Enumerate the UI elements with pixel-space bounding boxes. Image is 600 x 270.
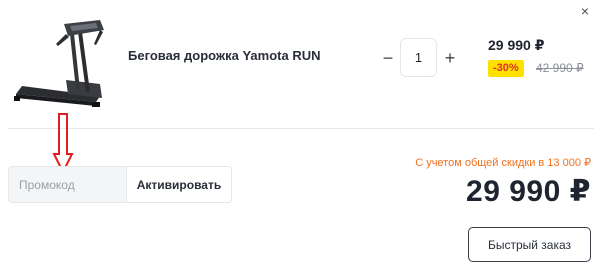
promo-code-input[interactable] — [9, 167, 126, 202]
old-price: 42 990 ₽ — [536, 61, 584, 75]
close-icon: × — [580, 3, 590, 19]
quantity-value[interactable]: 1 — [400, 38, 437, 77]
quantity-decrease-button[interactable]: − — [378, 47, 398, 69]
total-discount-note: С учетом общей скидки в 13 000 ₽ — [415, 157, 591, 169]
quantity-increase-button[interactable]: + — [440, 47, 460, 69]
product-image[interactable] — [8, 10, 108, 110]
item-price: 29 990 ₽ — [488, 37, 545, 53]
product-name[interactable]: Беговая дорожка Yamota RUN — [128, 48, 321, 63]
discount-badge: -30% — [488, 60, 524, 77]
quick-order-button[interactable]: Быстрый заказ — [468, 227, 591, 262]
treadmill-image — [14, 20, 104, 107]
activate-promo-button[interactable]: Активировать — [126, 167, 231, 202]
order-total: 29 990 ₽ — [466, 175, 591, 208]
remove-item-button[interactable]: × — [578, 4, 592, 18]
down-arrow-icon — [52, 113, 74, 174]
divider — [8, 128, 594, 129]
promo-code-form: Активировать — [8, 166, 232, 203]
